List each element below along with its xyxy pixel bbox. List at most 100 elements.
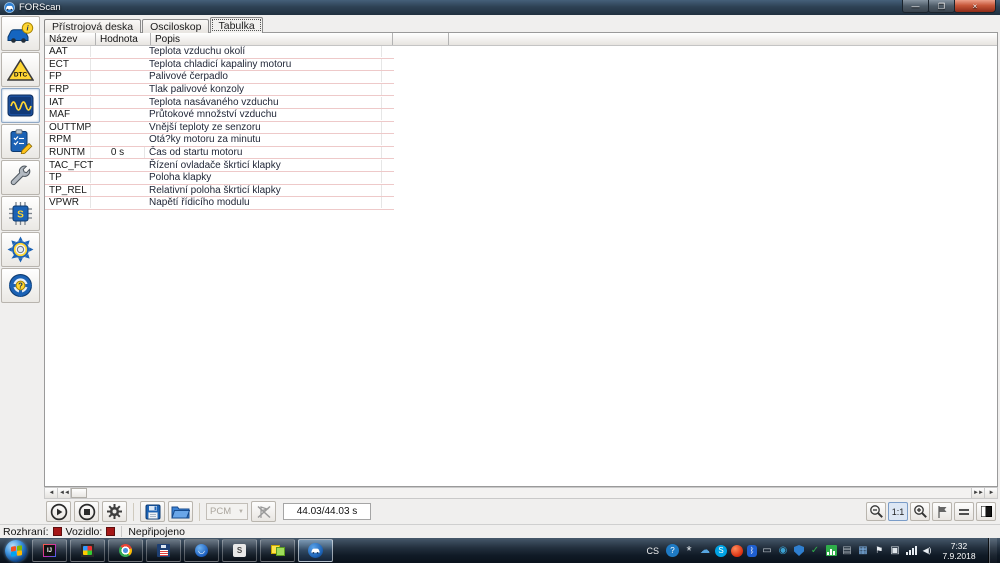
- table-row[interactable]: ECT Teplota chladicí kapaliny motoru: [45, 59, 394, 72]
- titlebar[interactable]: FORScan — ❐ ×: [0, 0, 1000, 15]
- tray-network-icon[interactable]: [905, 544, 917, 557]
- svg-text:S: S: [17, 210, 24, 221]
- marker-disabled-button[interactable]: [251, 501, 276, 522]
- column-header-hodnota[interactable]: Hodnota: [96, 33, 151, 45]
- taskbar-app-color-tool[interactable]: [70, 539, 105, 562]
- taskbar-app-intellij[interactable]: IJ: [32, 539, 67, 562]
- background-color-button[interactable]: [976, 502, 996, 521]
- tray-cloud-upload-icon[interactable]: ☁: [699, 544, 711, 557]
- forscan-app-icon: [4, 2, 15, 13]
- pid-description: Vnější teploty ze senzoru: [145, 122, 382, 133]
- start-button[interactable]: [5, 540, 27, 562]
- language-indicator[interactable]: CS: [646, 546, 659, 556]
- table-row[interactable]: MAF Průtokové množství vzduchu: [45, 109, 394, 122]
- interface-status-indicator: [53, 527, 62, 536]
- tab-tabulka[interactable]: Tabulka: [210, 17, 262, 33]
- pid-description: Otá?ky motoru za minutu: [145, 134, 382, 145]
- save-log-button[interactable]: [140, 501, 165, 522]
- taskbar-app-s[interactable]: S: [222, 539, 257, 562]
- scrollbar-thumb[interactable]: [71, 488, 87, 498]
- tab-pristrojova-deska[interactable]: Přístrojová deska: [44, 19, 141, 33]
- table-row[interactable]: TP_REL Relativní poloha škrticí klapky: [45, 185, 394, 198]
- tray-help-icon[interactable]: ?: [666, 544, 679, 557]
- column-header-popis[interactable]: Popis: [151, 33, 393, 45]
- tray-volume-icon[interactable]: ◀): [921, 544, 933, 557]
- open-log-button[interactable]: [168, 501, 193, 522]
- module-select[interactable]: PCM ▼: [206, 503, 248, 520]
- sidebar-settings-button[interactable]: [1, 232, 40, 267]
- tab-bar: Přístrojová deska Osciloskop Tabulka: [44, 17, 998, 33]
- gear-icon: [106, 503, 123, 520]
- taskbar-app-sticky-notes[interactable]: [260, 539, 295, 562]
- table-row[interactable]: OUTTMP Vnější teploty ze senzoru: [45, 122, 394, 135]
- tray-skype-icon[interactable]: S: [715, 545, 727, 557]
- stop-button[interactable]: [74, 501, 99, 522]
- play-button[interactable]: [46, 501, 71, 522]
- tray-display-2-icon[interactable]: ▦: [857, 544, 869, 557]
- sidebar-tests-button[interactable]: [1, 124, 40, 159]
- show-desktop-button[interactable]: [988, 538, 997, 563]
- vehicle-status-indicator: [106, 527, 115, 536]
- tray-bluetooth-icon[interactable]: ᛒ: [747, 545, 757, 557]
- sidebar-dtc-button[interactable]: DTC: [1, 52, 40, 87]
- svg-text:?: ?: [18, 282, 23, 291]
- tray-action-center-flag-icon[interactable]: ⚑: [873, 544, 885, 557]
- maximize-button[interactable]: ❐: [928, 0, 955, 13]
- service-wrench-icon: [8, 165, 33, 190]
- close-button[interactable]: ×: [954, 0, 996, 13]
- tab-osciloskop[interactable]: Osciloskop: [142, 19, 209, 33]
- scroll-right-fast-button[interactable]: ►►: [971, 488, 984, 498]
- window-title: FORScan: [19, 2, 61, 13]
- playback-toolbar: PCM ▼ 44.03/44.03 s: [44, 499, 998, 524]
- column-header-nazev[interactable]: Název: [45, 33, 96, 45]
- sidebar-oscilloscope-button[interactable]: [1, 88, 40, 123]
- table-row[interactable]: RPM Otá?ky motoru za minutu: [45, 134, 394, 147]
- table-row[interactable]: FP Palivové čerpadlo: [45, 71, 394, 84]
- taskbar-clock[interactable]: 7:32 7.9.2018: [937, 541, 981, 561]
- tray-asterisk-icon[interactable]: *: [683, 544, 695, 557]
- tray-task-window-icon[interactable]: ▣: [889, 544, 901, 557]
- record-settings-button[interactable]: [102, 501, 127, 522]
- taskbar-app-chrome[interactable]: [108, 539, 143, 562]
- table-row[interactable]: FRP Tlak palivové konzoly: [45, 84, 394, 97]
- taskbar-app-thunderbird[interactable]: ◡: [184, 539, 219, 562]
- tray-shield-icon[interactable]: [793, 544, 805, 557]
- zoom-ratio-button[interactable]: 1:1: [888, 502, 908, 521]
- sidebar-configuration-button[interactable]: S: [1, 196, 40, 231]
- zoom-in-button[interactable]: [910, 502, 930, 521]
- sidebar-vehicle-info-button[interactable]: i: [1, 16, 40, 51]
- minimize-button[interactable]: —: [902, 0, 929, 13]
- tray-eye-icon[interactable]: ◉: [777, 544, 789, 557]
- zoom-out-button[interactable]: [866, 502, 886, 521]
- tray-chart-icon[interactable]: [825, 544, 837, 557]
- tray-display-icon[interactable]: ▤: [841, 544, 853, 557]
- tray-green-check-icon[interactable]: ✓: [809, 544, 821, 557]
- taskbar-app-forscan[interactable]: [298, 539, 333, 562]
- clock-time: 7:32: [937, 541, 981, 551]
- scroll-left-fast-button[interactable]: ◄◄: [58, 488, 71, 498]
- toolbar-separator: [199, 503, 200, 521]
- table-row[interactable]: AAT Teplota vzduchu okolí: [45, 46, 394, 59]
- taskbar-app-floppy[interactable]: [146, 539, 181, 562]
- tray-antivirus-icon[interactable]: [731, 545, 743, 557]
- floppy-app-icon: [157, 544, 170, 557]
- taskbar: IJ ◡ S CS ?: [0, 538, 1000, 563]
- table-row[interactable]: TP Poloha klapky: [45, 172, 394, 185]
- pid-name: TP: [45, 172, 91, 183]
- svg-text:DTC: DTC: [14, 71, 28, 78]
- module-chip-icon: S: [8, 201, 33, 226]
- line-style-button[interactable]: [954, 502, 974, 521]
- sidebar-service-button[interactable]: [1, 160, 40, 195]
- table-row[interactable]: IAT Teplota nasávaného vzduchu: [45, 96, 394, 109]
- scroll-left-button[interactable]: ◄: [45, 488, 58, 498]
- table-row[interactable]: TAC_FCT Řízení ovladače škrticí klapky: [45, 159, 394, 172]
- marker-flag-button[interactable]: [932, 502, 952, 521]
- table-row[interactable]: VPWR Napětí řídicího modulu: [45, 197, 394, 210]
- about-steering-wheel-icon: ?: [8, 273, 33, 298]
- scrollbar-track[interactable]: [87, 488, 971, 498]
- scroll-right-button[interactable]: ►: [984, 488, 997, 498]
- table-row[interactable]: RUNTM 0 s Čas od startu motoru: [45, 147, 394, 160]
- tray-monitor-icon[interactable]: ▭: [761, 544, 773, 557]
- sidebar-about-button[interactable]: ?: [1, 268, 40, 303]
- status-bar: Rozhraní: Vozidlo: Nepřipojeno: [0, 524, 1000, 538]
